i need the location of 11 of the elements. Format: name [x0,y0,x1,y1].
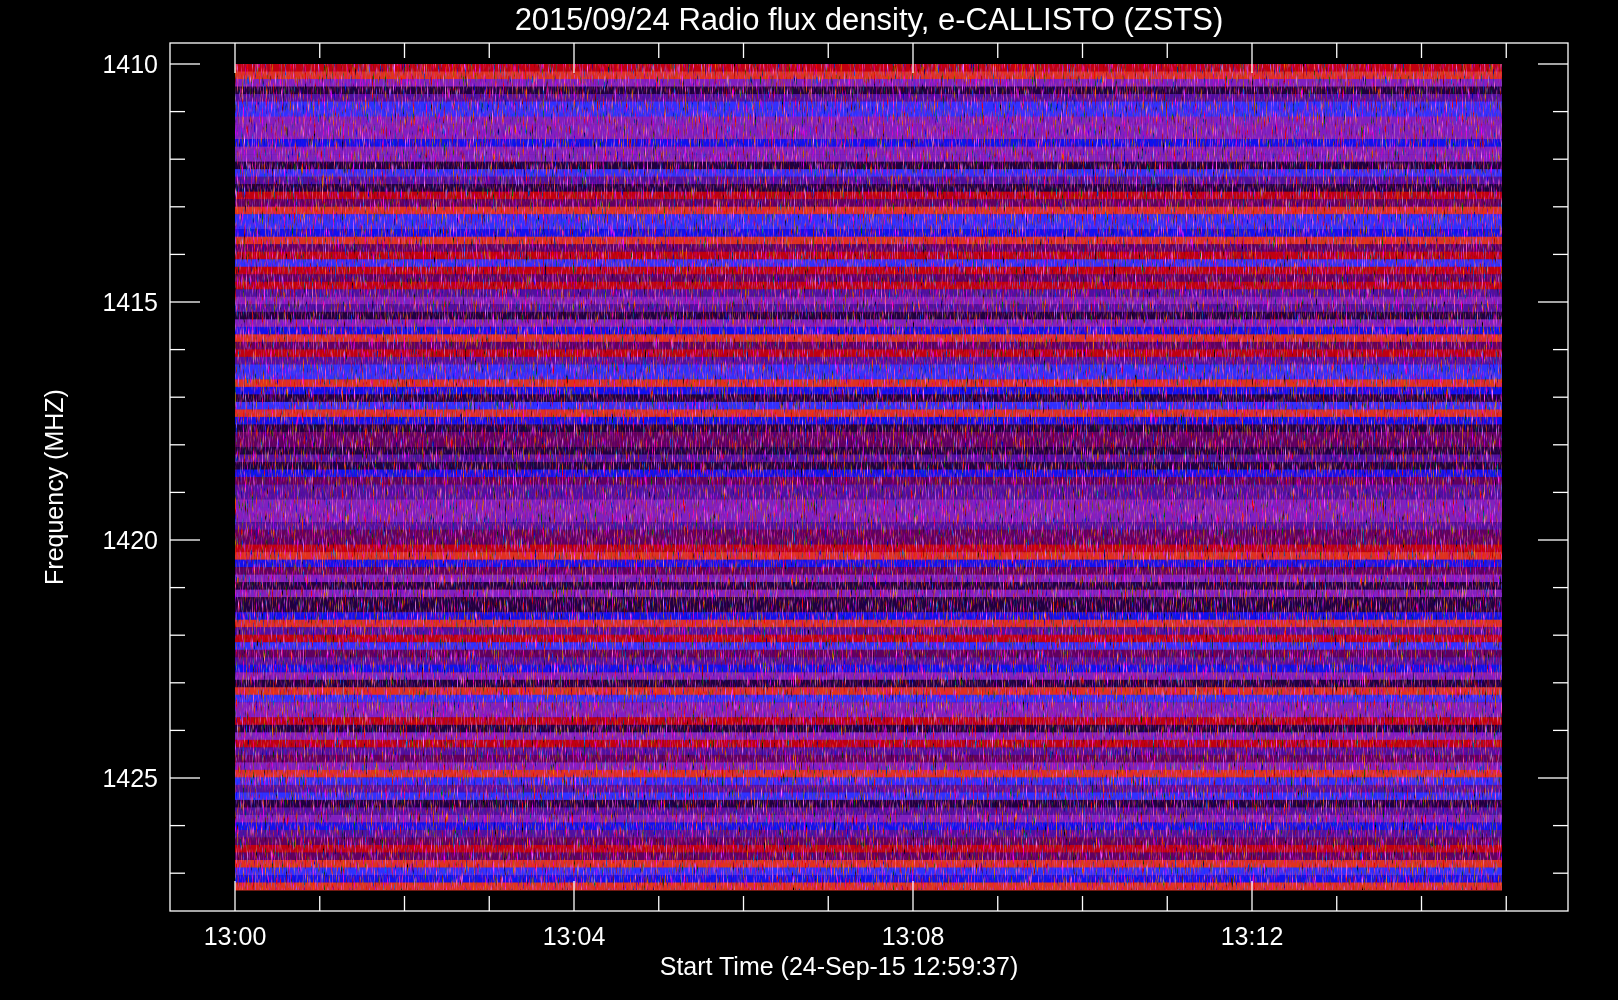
y-tick-label: 1425 [102,764,158,792]
y-tick-label: 1410 [102,50,158,78]
y-axis-label: Frequency (MHZ) [40,389,68,585]
y-tick-label: 1420 [102,526,158,554]
x-tick-label: 13:00 [203,922,267,950]
x-tick-label: 13:04 [542,922,606,950]
x-tick-label: 13:08 [881,922,945,950]
y-tick-label: 1415 [102,288,158,316]
x-tick-label: 13:12 [1220,922,1284,950]
chart-title: 2015/09/24 Radio flux density, e-CALLISTO (ZSTS) [514,2,1224,37]
x-axis-label: Start Time (24-Sep-15 12:59:37) [659,952,1019,980]
